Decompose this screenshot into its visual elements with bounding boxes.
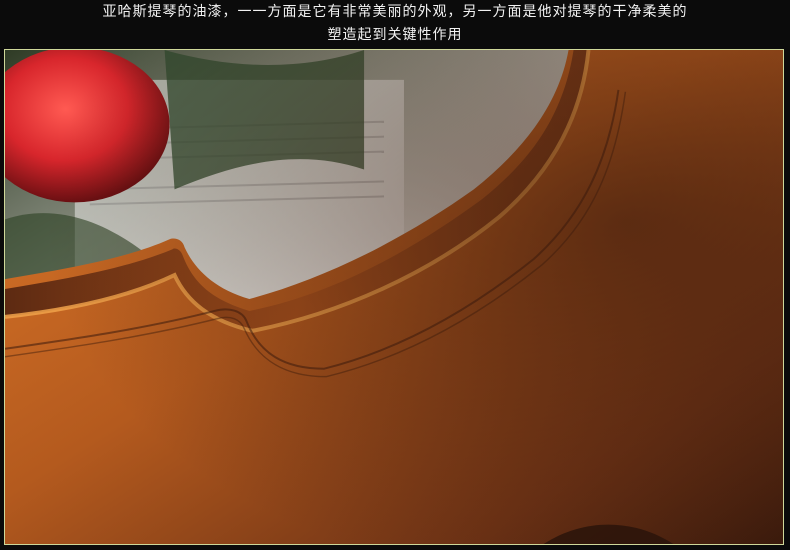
caption-line-1: 亚哈斯提琴的油漆，一一方面是它有非常美丽的外观，另一方面是他对提琴的干净柔美的 — [102, 4, 688, 20]
product-detail-page: 亚哈斯提琴的油漆，一一方面是它有非常美丽的外观，另一方面是他对提琴的干净柔美的 … — [0, 0, 790, 550]
description-caption: 亚哈斯提琴的油漆，一一方面是它有非常美丽的外观，另一方面是他对提琴的干净柔美的 … — [0, 0, 790, 50]
violin-varnish-image — [5, 50, 783, 544]
ambient-shadow — [5, 50, 783, 544]
caption-line-2: 塑造起到关键性作用 — [327, 27, 463, 43]
violin-closeup-photo — [4, 49, 784, 545]
